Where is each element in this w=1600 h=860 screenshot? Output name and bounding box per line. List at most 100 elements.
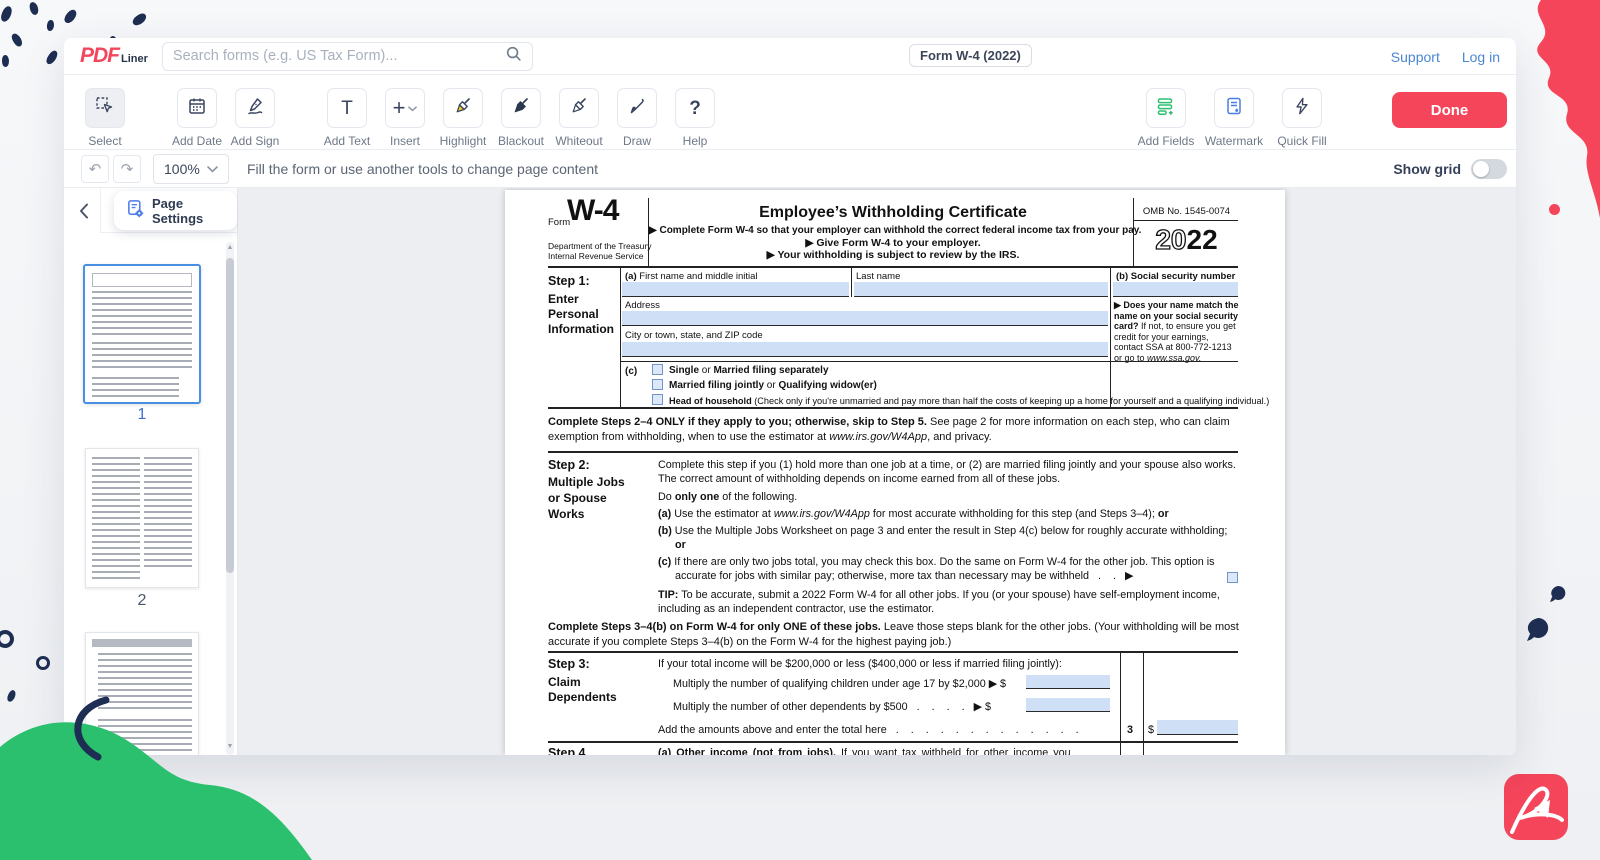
page-settings-label: Page Settings [152,196,225,226]
watermark-button[interactable] [1214,88,1254,128]
collapse-sidebar-button[interactable] [72,198,96,224]
tool-quick-fill[interactable]: Quick Fill [1268,88,1336,149]
zoom-select[interactable]: 100% [153,154,229,184]
page-thumbnail-2[interactable] [85,448,199,588]
watermark-document-icon [1224,96,1244,121]
select-cursor-icon [95,96,115,121]
step4a-line: (a) Other income (not from jobs). If you… [658,746,1116,755]
fields-list-icon [1156,96,1176,121]
show-grid-label: Show grid [1393,161,1461,177]
page-settings-button[interactable]: Page Settings [114,191,237,230]
page-number-1[interactable]: 1 [83,406,201,424]
add-text-button[interactable]: T [327,88,367,128]
step4-title: Step 4 [548,746,586,755]
ssn-match-note: ▶ Does your name match the name on your … [1114,300,1239,363]
logo-pdf-text: PDF [80,44,119,68]
sub-toolbar: ↶ ↷ 100% Fill the form or use another to… [64,150,1516,188]
highlight-button[interactable] [443,88,483,128]
tool-add-sign[interactable]: Add Sign [226,88,284,149]
quick-fill-button[interactable] [1282,88,1322,128]
show-grid-toggle[interactable] [1471,159,1507,179]
first-name-field[interactable] [622,282,849,297]
insert-label: Insert [390,134,420,148]
help-button[interactable]: ? [675,88,715,128]
sidebar-scrollbar-thumb[interactable] [226,258,234,573]
year-bold: 22 [1187,224,1218,255]
step3-total-field[interactable] [1157,720,1238,735]
deco-red-blob-topright [1505,0,1600,218]
other-dependents-field[interactable] [1026,698,1110,712]
search-icon[interactable] [505,45,522,67]
undo-button[interactable]: ↶ [81,155,109,183]
tool-add-date[interactable]: Add Date [168,88,226,149]
page-thumbnail-1[interactable] [83,264,201,404]
filing-option-2: Married filing jointly or Qualifying wid… [669,380,877,392]
step3-children-line: Multiply the number of qualifying childr… [673,677,1006,691]
draw-brush-icon-button[interactable] [617,88,657,128]
pages-sidebar: Page Settings 1 2 ▲ [64,188,238,755]
document-title-chip: Form W-4 (2022) [909,44,1032,67]
page-number-2[interactable]: 2 [83,592,201,610]
select-button[interactable] [85,88,125,128]
whiteout-button[interactable] [559,88,599,128]
add-sign-label: Add Sign [231,134,280,148]
pdfliner-logo[interactable]: PDF Liner [80,44,148,68]
filing-single-checkbox[interactable] [652,364,663,375]
tool-whiteout[interactable]: Whiteout [550,88,608,149]
main-toolbar: Select Add Date Add Sign T Add Text [64,75,1516,150]
tool-select[interactable]: Select [76,88,134,149]
filing-married-jointly-checkbox[interactable] [652,379,663,390]
watermark-label: Watermark [1205,134,1263,148]
deco-red-dot-right [1549,204,1560,215]
search-placeholder: Search forms (e.g. US Tax Form)... [173,48,505,64]
tool-draw[interactable]: Draw [608,88,666,149]
filing-option-3: Head of household (Check only if you're … [669,396,1269,406]
form-number: W-4 [567,194,618,228]
insert-button[interactable]: + [385,88,425,128]
step3-title: Step 3: [548,657,590,671]
sidebar-header-divider [100,232,238,233]
search-input[interactable]: Search forms (e.g. US Tax Form)... [162,42,533,71]
address-field[interactable] [622,311,1108,326]
done-button[interactable]: Done [1392,92,1507,128]
dept-line-2: Internal Revenue Service [548,252,643,262]
document-canvas: Form W-4 Department of the Treasury Inte… [238,188,1516,755]
login-link[interactable]: Log in [1462,49,1500,65]
blackout-label: Blackout [498,134,544,148]
deco-green-blob-bottomleft [0,685,330,860]
step2-only-one: Do only one of the following. [658,490,1240,504]
whiteout-brush-icon [569,96,589,121]
tool-highlight[interactable]: Highlight [434,88,492,149]
calendar-icon [187,96,207,121]
step3-total-line: Add the amounts above and enter the tota… [658,723,1079,737]
text-icon: T [341,99,353,118]
blackout-button[interactable] [501,88,541,128]
tool-add-text[interactable]: T Add Text [318,88,376,149]
blackout-brush-icon [511,96,531,121]
tool-help[interactable]: ? Help [666,88,724,149]
add-fields-button[interactable] [1146,88,1186,128]
redo-button[interactable]: ↷ [113,155,141,183]
tool-insert[interactable]: + Insert [376,88,434,149]
tool-watermark[interactable]: Watermark [1200,88,1268,149]
ssn-field[interactable] [1113,282,1238,297]
add-sign-button[interactable] [235,88,275,128]
two-jobs-checkbox[interactable] [1227,572,1238,583]
step1-line-2: Personal [548,307,599,321]
scroll-up-icon[interactable]: ▲ [226,244,234,251]
step1-title: Step 1: [548,274,590,288]
form-bullet-2: ▶ Give Form W-4 to your employer. [653,237,1133,249]
signature-pen-icon [245,96,265,121]
qualifying-children-field[interactable] [1026,675,1110,689]
filing-head-household-checkbox[interactable] [652,394,663,405]
last-name-label: Last name [856,271,900,282]
tool-add-fields[interactable]: Add Fields [1132,88,1200,149]
last-name-field[interactable] [854,282,1108,297]
pdfliner-badge-icon [1504,774,1568,840]
tool-blackout[interactable]: Blackout [492,88,550,149]
add-date-button[interactable] [177,88,217,128]
quick-fill-label: Quick Fill [1277,134,1326,148]
support-link[interactable]: Support [1391,49,1440,65]
form-year: 2022 [1135,224,1238,256]
city-field[interactable] [622,342,1108,357]
